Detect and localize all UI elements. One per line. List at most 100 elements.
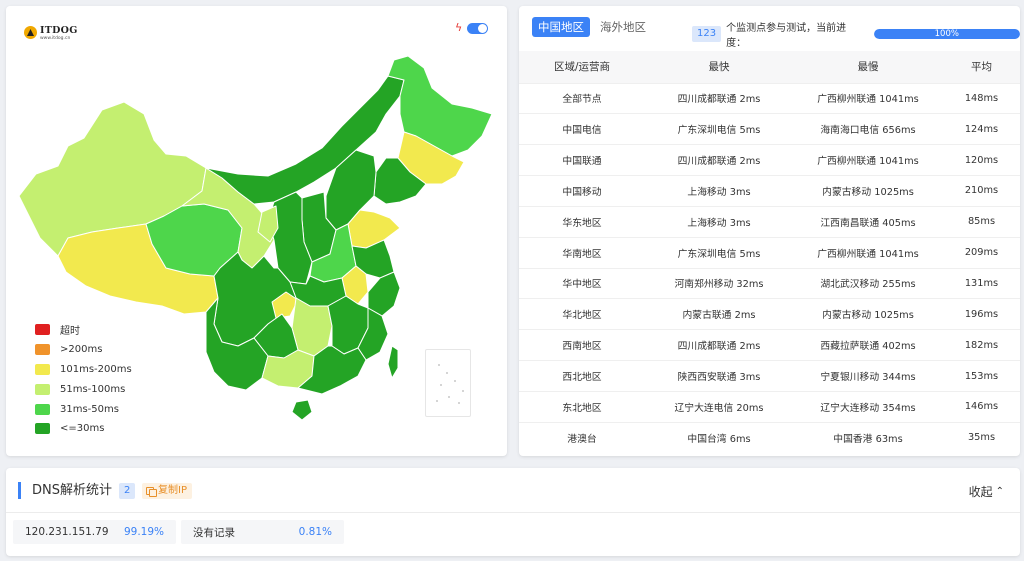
dns-ip: 没有记录 xyxy=(193,526,235,539)
legend-swatch xyxy=(35,324,50,336)
region-taiwan[interactable] xyxy=(387,345,399,379)
column-header-fastest: 最快 xyxy=(645,51,793,83)
cell-fastest: 中国台湾 6ms xyxy=(645,421,793,454)
table-row: 西北地区 陕西西安联通 3ms 宁夏银川移动 344ms 153ms xyxy=(519,360,1020,392)
table-row: 华中地区 河南郑州移动 32ms 湖北武汉移动 255ms 131ms xyxy=(519,267,1020,299)
dns-ip: 120.231.151.79 xyxy=(25,526,109,538)
map-panel: ITDOG www.itdog.cn ϟ 超时 >200ms 101ms-200… xyxy=(6,6,507,456)
table-row: 西南地区 四川成都联通 2ms 西藏拉萨联通 402ms 182ms xyxy=(519,329,1020,361)
results-panel: 中国地区 海外地区 123 个监测点参与测试，当前进度： 100% 区域/运营商… xyxy=(519,6,1020,456)
cell-average: 85ms xyxy=(943,205,1020,238)
cell-region: 华北地区 xyxy=(519,298,645,330)
cell-slowest: 内蒙古移动 1025ms xyxy=(793,175,943,207)
cell-fastest: 上海移动 3ms xyxy=(645,205,793,238)
cell-average: 148ms xyxy=(943,82,1020,114)
cell-slowest: 广西柳州联通 1041ms xyxy=(793,144,943,176)
region-shandong[interactable] xyxy=(347,209,401,249)
cell-fastest: 四川成都联通 2ms xyxy=(645,329,793,361)
dns-header: DNS解析统计 2 复制IP 收起 ⌃ xyxy=(6,468,1020,513)
cell-average: 35ms xyxy=(943,421,1020,454)
copy-icon xyxy=(146,486,157,497)
chevron-up-icon: ⌃ xyxy=(995,486,1004,497)
table-row: 华北地区 内蒙古联通 2ms 内蒙古移动 1025ms 196ms xyxy=(519,298,1020,330)
table-row: 东北地区 辽宁大连电信 20ms 辽宁大连移动 354ms 146ms xyxy=(519,390,1020,423)
cell-slowest: 中国香港 63ms xyxy=(793,421,943,454)
cell-slowest: 海南海口电信 656ms xyxy=(793,113,943,145)
legend-swatch xyxy=(35,423,50,435)
region-tabs: 中国地区 海外地区 xyxy=(532,17,656,37)
cell-slowest: 湖北武汉移动 255ms xyxy=(793,267,943,299)
cell-average: 182ms xyxy=(943,329,1020,361)
probe-count-badge: 123 xyxy=(692,26,722,42)
legend-swatch xyxy=(35,363,50,375)
column-header-slowest: 最慢 xyxy=(793,51,943,83)
cell-average: 120ms xyxy=(943,144,1020,176)
cell-fastest: 广东深圳电信 5ms xyxy=(645,113,793,145)
legend-label: 超时 xyxy=(60,326,80,338)
cell-fastest: 广东深圳电信 5ms xyxy=(645,236,793,269)
cell-fastest: 四川成都联通 2ms xyxy=(645,144,793,176)
cell-slowest: 辽宁大连移动 354ms xyxy=(793,390,943,423)
tab-china[interactable]: 中国地区 xyxy=(532,17,590,37)
dns-result-item[interactable]: 120.231.151.79 99.19% xyxy=(13,520,176,544)
cell-fastest: 内蒙古联通 2ms xyxy=(645,298,793,330)
cell-region: 全部节点 xyxy=(519,82,645,114)
tab-overseas[interactable]: 海外地区 xyxy=(594,17,652,37)
cell-average: 196ms xyxy=(943,298,1020,330)
cell-region: 中国电信 xyxy=(519,113,645,145)
legend-item-timeout[interactable]: 超时 xyxy=(35,320,132,340)
region-zhejiang[interactable] xyxy=(367,271,401,317)
table-row: 华东地区 上海移动 3ms 江西南昌联通 405ms 85ms xyxy=(519,205,1020,238)
cell-slowest: 广西柳州联通 1041ms xyxy=(793,236,943,269)
copy-ip-label: 复制IP xyxy=(158,485,187,496)
cell-region: 东北地区 xyxy=(519,390,645,423)
legend-label: 31ms-50ms xyxy=(60,403,119,415)
cell-region: 华东地区 xyxy=(519,205,645,238)
cell-slowest: 内蒙古移动 1025ms xyxy=(793,298,943,330)
legend-label: 51ms-100ms xyxy=(60,383,126,395)
cell-slowest: 宁夏银川移动 344ms xyxy=(793,360,943,392)
table-row: 中国电信 广东深圳电信 5ms 海南海口电信 656ms 124ms xyxy=(519,113,1020,145)
legend-item-51-100ms[interactable]: 51ms-100ms xyxy=(35,379,132,399)
legend-item-101-200ms[interactable]: 101ms-200ms xyxy=(35,360,132,380)
dns-results: 120.231.151.79 99.19% 没有记录 0.81% xyxy=(13,520,344,544)
legend-item-31-50ms[interactable]: 31ms-50ms xyxy=(35,399,132,419)
progress-bar: 100% xyxy=(873,29,1020,39)
cell-fastest: 辽宁大连电信 20ms xyxy=(645,390,793,423)
legend-label: >200ms xyxy=(60,344,103,356)
cell-fastest: 河南郑州移动 32ms xyxy=(645,267,793,299)
legend-label: 101ms-200ms xyxy=(60,363,132,375)
cell-average: 146ms xyxy=(943,390,1020,423)
cell-region: 中国联通 xyxy=(519,144,645,176)
dns-percent: 0.81% xyxy=(298,526,332,538)
table-row: 中国移动 上海移动 3ms 内蒙古移动 1025ms 210ms xyxy=(519,175,1020,207)
dns-panel: DNS解析统计 2 复制IP 收起 ⌃ 120.231.151.79 99.19… xyxy=(6,468,1020,556)
table-row: 中国联通 四川成都联通 2ms 广西柳州联通 1041ms 120ms xyxy=(519,144,1020,176)
collapse-label: 收起 xyxy=(968,485,993,499)
copy-ip-button[interactable]: 复制IP xyxy=(142,483,192,499)
table-row: 全部节点 四川成都联通 2ms 广西柳州联通 1041ms 148ms xyxy=(519,82,1020,114)
progress-label: 100% xyxy=(934,29,959,39)
legend-item-200ms[interactable]: >200ms xyxy=(35,340,132,360)
latency-legend: 超时 >200ms 101ms-200ms 51ms-100ms 31ms-50… xyxy=(35,320,132,439)
cell-average: 209ms xyxy=(943,236,1020,269)
table-row: 港澳台 中国台湾 6ms 中国香港 63ms 35ms xyxy=(519,421,1020,454)
dns-title: DNS解析统计 xyxy=(32,483,112,498)
dns-result-item[interactable]: 没有记录 0.81% xyxy=(181,520,344,544)
dns-percent: 99.19% xyxy=(123,526,164,538)
column-header-average: 平均 xyxy=(943,51,1020,83)
legend-swatch xyxy=(35,344,50,356)
column-header-region: 区域/运营商 xyxy=(519,51,645,83)
cell-average: 153ms xyxy=(943,360,1020,392)
cell-fastest: 陕西西安联通 3ms xyxy=(645,360,793,392)
legend-item-30ms[interactable]: <=30ms xyxy=(35,419,132,439)
title-accent-bar xyxy=(18,482,21,499)
table-row: 华南地区 广东深圳电信 5ms 广西柳州联通 1041ms 209ms xyxy=(519,236,1020,269)
south-china-sea-inset xyxy=(425,349,471,417)
cell-region: 西南地区 xyxy=(519,329,645,361)
collapse-button[interactable]: 收起 ⌃ xyxy=(969,483,1004,500)
region-hainan[interactable] xyxy=(291,399,313,421)
cell-slowest: 广西柳州联通 1041ms xyxy=(793,82,943,114)
cell-slowest: 江西南昌联通 405ms xyxy=(793,205,943,238)
test-progress: 123 个监测点参与测试，当前进度： 100% xyxy=(692,19,1020,49)
